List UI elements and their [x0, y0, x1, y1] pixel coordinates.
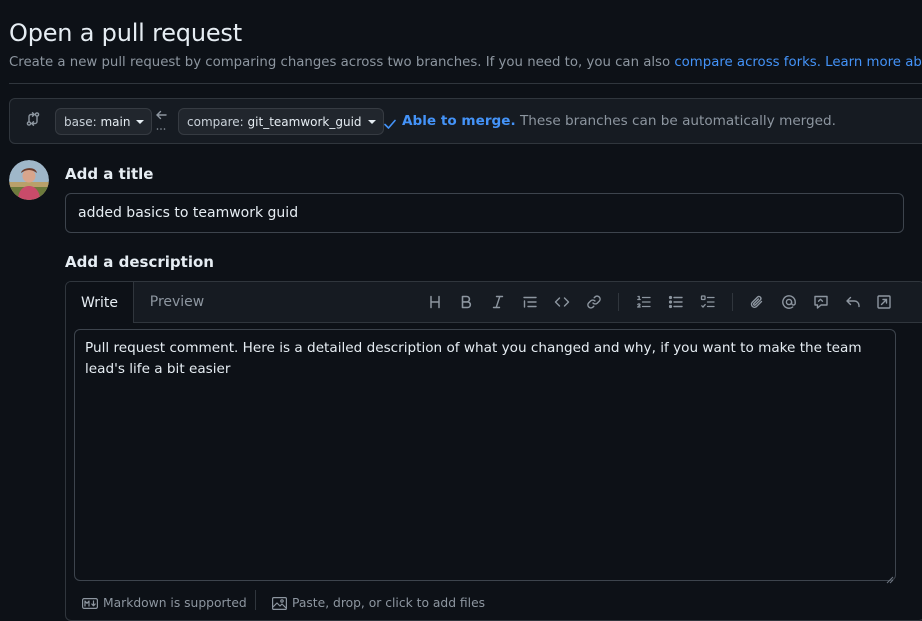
learn-more-link[interactable]: Learn more about — [825, 55, 922, 70]
bold-icon[interactable] — [456, 292, 476, 312]
resize-handle[interactable] — [884, 569, 894, 584]
compare-value: git_teamwork_guid — [247, 114, 362, 129]
undo-icon[interactable] — [843, 292, 863, 312]
merge-ok-text: Able to merge. — [402, 113, 516, 129]
fullscreen-icon[interactable] — [874, 292, 894, 312]
numbered-list-icon[interactable] — [634, 292, 654, 312]
avatar[interactable] — [9, 160, 49, 200]
subtitle-text: Create a new pull request by comparing c… — [9, 55, 675, 70]
task-list-icon[interactable] — [698, 292, 718, 312]
chevron-down-icon — [367, 119, 376, 124]
left-arrow-icon — [154, 108, 168, 136]
reference-icon[interactable] — [811, 292, 831, 312]
description-editor: Write Preview Pull request comment. Here… — [65, 281, 922, 621]
tab-preview[interactable]: Preview — [134, 282, 220, 322]
mention-icon[interactable] — [779, 292, 799, 312]
footer-divider — [255, 590, 256, 610]
description-textarea[interactable]: Pull request comment. Here is a detailed… — [74, 329, 896, 581]
page-title: Open a pull request — [9, 19, 242, 47]
image-icon — [272, 596, 287, 610]
tab-write[interactable]: Write — [66, 282, 134, 323]
title-heading: Add a title — [65, 165, 154, 183]
toolbar-divider — [732, 293, 733, 311]
merge-status-text: These branches can be automatically merg… — [515, 113, 836, 129]
italic-icon[interactable] — [488, 292, 508, 312]
link-icon[interactable] — [584, 292, 604, 312]
check-icon — [383, 116, 397, 135]
page-subtitle: Create a new pull request by comparing c… — [9, 55, 922, 70]
title-input[interactable] — [65, 193, 904, 233]
attach-icon[interactable] — [747, 292, 767, 312]
markdown-note[interactable]: Markdown is supported — [82, 596, 247, 610]
compare-label: compare: — [187, 114, 244, 129]
markdown-icon — [82, 597, 98, 609]
header-divider — [9, 83, 922, 84]
attach-label: Paste, drop, or click to add files — [292, 596, 486, 610]
markdown-label: Markdown is supported — [103, 596, 247, 610]
heading-icon[interactable] — [425, 292, 445, 312]
quote-icon[interactable] — [520, 292, 540, 312]
merge-status: Able to merge. These branches can be aut… — [402, 113, 836, 129]
chevron-down-icon — [136, 119, 145, 124]
compare-branch-select[interactable]: compare: git_teamwork_guid — [178, 108, 384, 135]
compare-arrows-icon — [25, 111, 41, 131]
base-branch-select[interactable]: base: main — [55, 108, 153, 135]
avatar-image — [9, 160, 49, 200]
base-value: main — [100, 114, 131, 129]
code-icon[interactable] — [552, 292, 572, 312]
attach-files-note[interactable]: Paste, drop, or click to add files — [272, 596, 485, 610]
toolbar-divider — [618, 293, 619, 311]
unordered-list-icon[interactable] — [666, 292, 686, 312]
editor-toolbar: Write Preview — [66, 282, 922, 323]
base-label: base: — [64, 114, 97, 129]
compare-forks-link[interactable]: compare across forks. — [674, 55, 821, 70]
branch-compare-bar: base: main compare: git_teamwork_guid Ab… — [9, 98, 922, 144]
description-heading: Add a description — [65, 253, 214, 271]
